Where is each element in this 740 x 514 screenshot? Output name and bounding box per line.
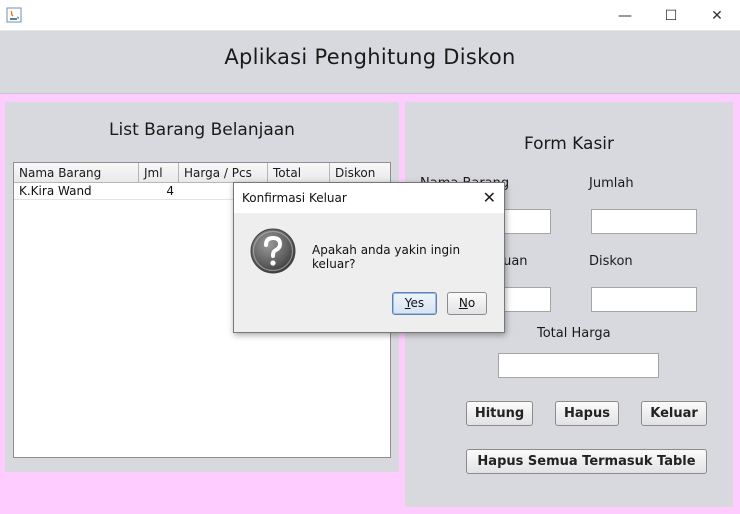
form-title: Form Kasir [523,134,615,154]
jumlah-label: Jumlah [589,176,634,191]
hapus-button[interactable]: Hapus [555,401,619,426]
total-harga-label: Total Harga [537,326,611,341]
column-header[interactable]: Total [268,163,330,183]
column-header[interactable]: Jml [139,163,179,183]
cell-nama: K.Kira Wand [19,184,92,198]
maximize-button[interactable]: ☐ [648,0,694,31]
question-icon [250,228,296,274]
close-button[interactable]: ✕ [694,0,740,31]
total-harga-field[interactable] [498,353,659,378]
cell-jml: 4 [166,184,174,198]
minimize-button[interactable]: — [602,0,648,31]
table-header: Nama Barang Jml Harga / Pcs Total Diskon [14,163,390,183]
dialog-message: Apakah anda yakin ingin keluar? [312,243,461,271]
close-icon: ✕ [711,7,723,24]
yes-button[interactable]: Yes [392,292,437,315]
window-titlebar: — ☐ ✕ [0,0,740,31]
page-title: Aplikasi Penghitung Diskon [224,45,516,69]
hapus-semua-button[interactable]: Hapus Semua Termasuk Table [466,449,707,474]
jumlah-field[interactable] [591,209,697,234]
dialog-titlebar: Konfirmasi Keluar ✕ [234,183,504,213]
column-header[interactable]: Diskon [330,163,390,183]
keluar-button[interactable]: Keluar [641,401,707,426]
dialog-title: Konfirmasi Keluar [242,191,347,205]
minimize-icon: — [618,7,632,24]
diskon-field[interactable] [591,287,697,312]
hitung-button[interactable]: Hitung [466,401,533,426]
column-header[interactable]: Nama Barang [14,163,139,183]
confirm-exit-dialog: Konfirmasi Keluar ✕ Apakah anda yakin in… [233,182,505,333]
column-header[interactable]: Harga / Pcs [179,163,268,183]
diskon-label: Diskon [589,254,633,269]
maximize-icon: ☐ [664,7,678,24]
java-app-icon [6,7,22,23]
list-title: List Barang Belanjaan [109,120,295,140]
no-button[interactable]: No [447,292,487,315]
dialog-close-icon[interactable]: ✕ [483,188,496,207]
